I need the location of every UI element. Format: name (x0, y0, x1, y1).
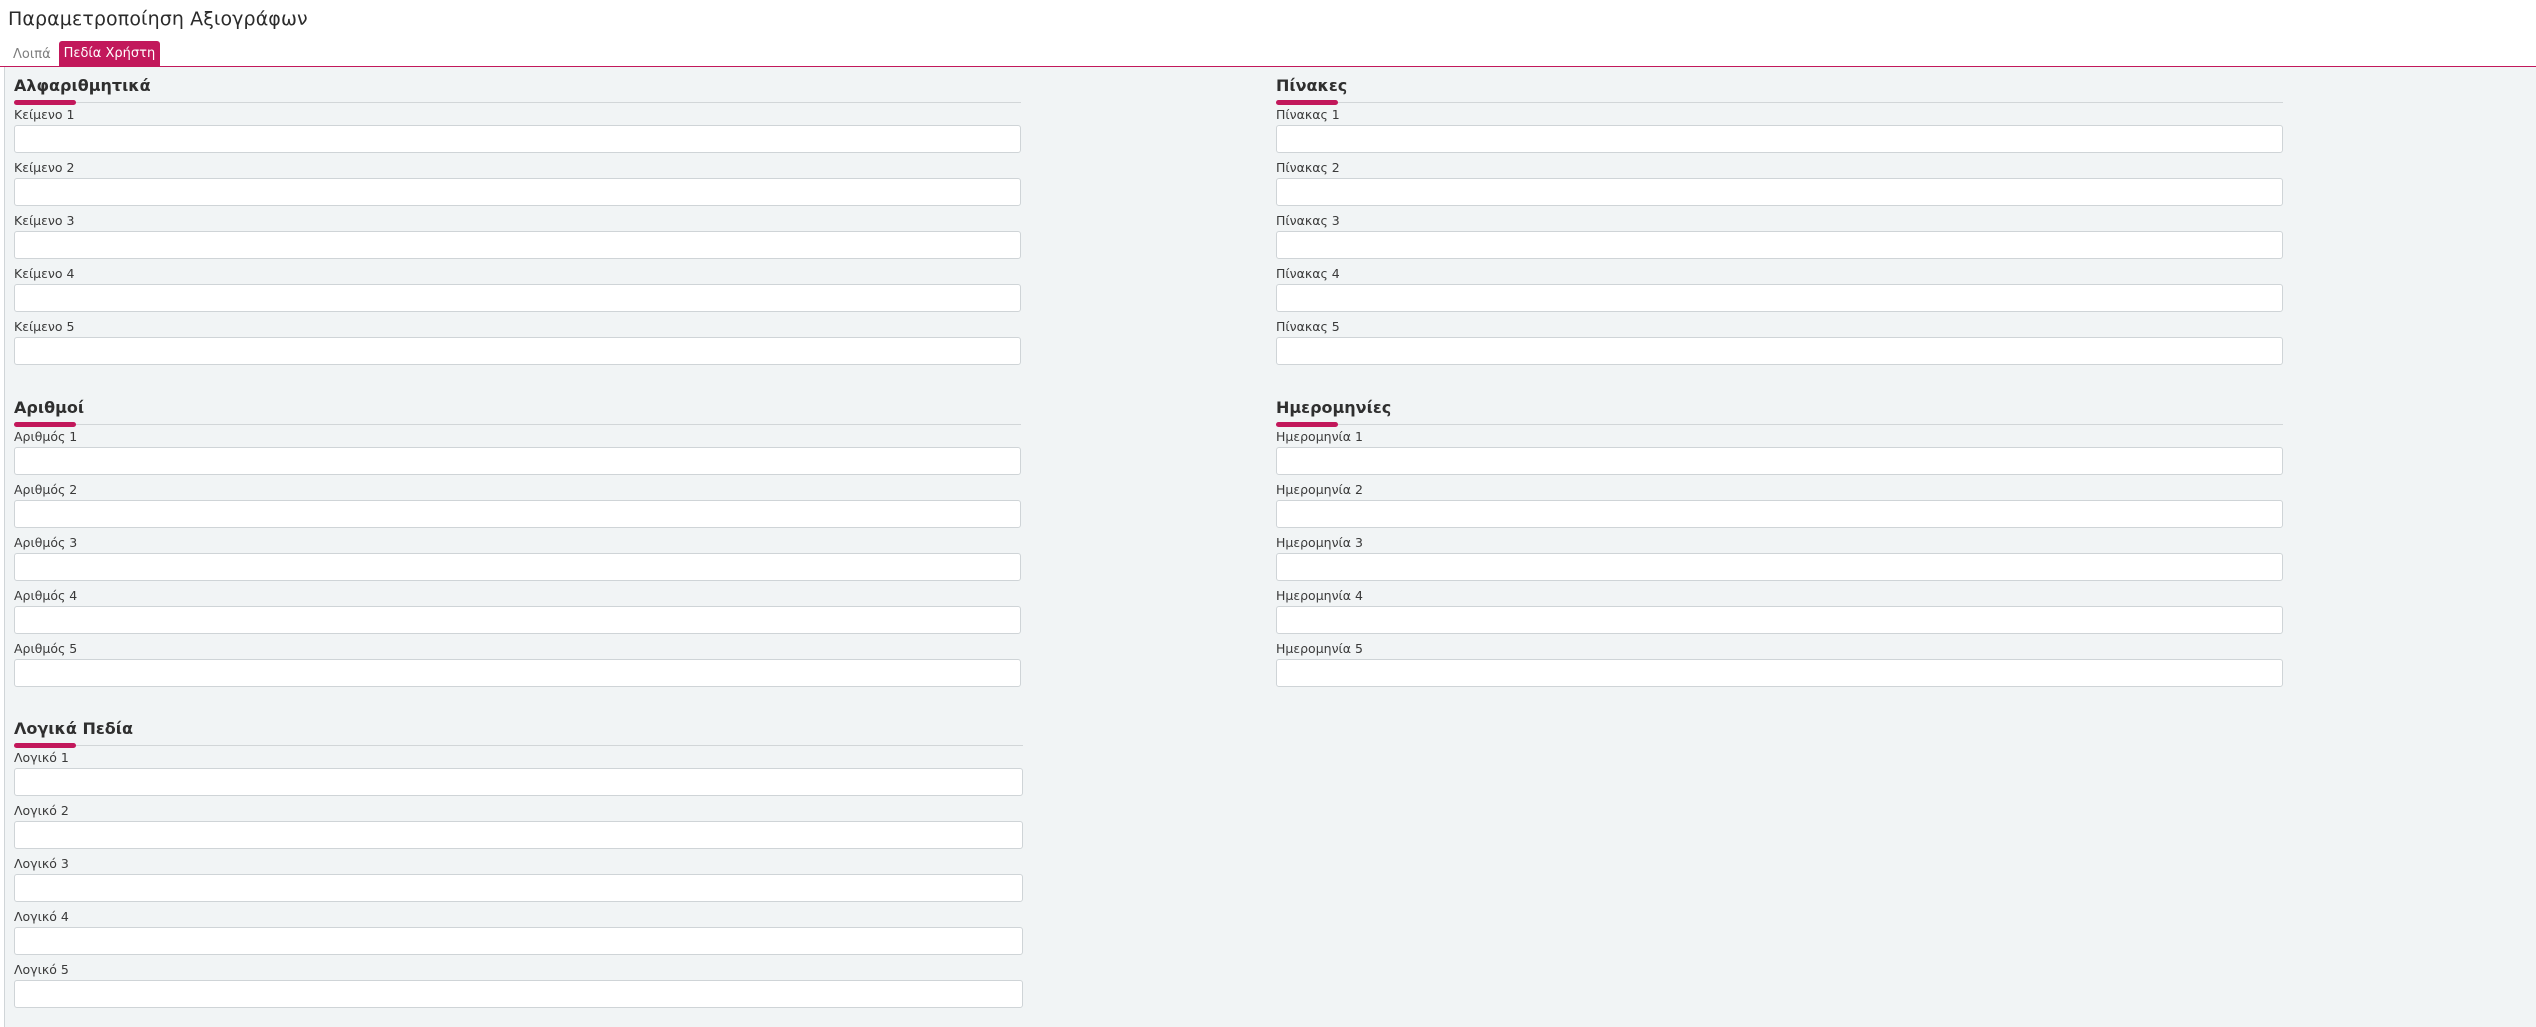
field-date-4: Ημερομηνία 4 (1267, 587, 2283, 640)
table-5-input[interactable] (1276, 337, 2283, 365)
logical-2-input[interactable] (14, 821, 1023, 849)
field-label: Ημερομηνία 2 (1276, 482, 1363, 497)
date-3-input[interactable] (1276, 553, 2283, 581)
section-divider (1267, 420, 2283, 428)
field-label: Αριθμός 5 (14, 641, 78, 656)
logical-5-input[interactable] (14, 980, 1023, 1008)
field-label: Κείμενο 5 (14, 319, 75, 334)
number-3-input[interactable] (14, 553, 1021, 581)
tab-other[interactable]: Λοιπά (8, 43, 56, 66)
section-tables: Πίνακες Πίνακας 1 Πίνακας 2 Πίνακας 3 Πί… (1267, 74, 2283, 371)
logical-3-input[interactable] (14, 874, 1023, 902)
field-label: Πίνακας 3 (1276, 213, 1340, 228)
date-5-input[interactable] (1276, 659, 2283, 687)
number-5-input[interactable] (14, 659, 1021, 687)
field-label: Πίνακας 1 (1276, 107, 1340, 122)
field-logical-5: Λογικό 5 (5, 961, 1023, 1014)
field-logical-1: Λογικό 1 (5, 749, 1023, 802)
field-date-3: Ημερομηνία 3 (1267, 534, 2283, 587)
field-logical-3: Λογικό 3 (5, 855, 1023, 908)
section-title: Λογικά Πεδία (14, 719, 133, 738)
section-divider (5, 741, 1023, 749)
field-number-3: Αριθμός 3 (5, 534, 1021, 587)
field-label: Αριθμός 4 (14, 588, 78, 603)
field-text-2: Κείμενο 2 (5, 159, 1021, 212)
field-date-5: Ημερομηνία 5 (1267, 640, 2283, 693)
field-label: Κείμενο 1 (14, 107, 75, 122)
text-1-input[interactable] (14, 125, 1021, 153)
field-label: Ημερομηνία 3 (1276, 535, 1363, 550)
field-label: Πίνακας 2 (1276, 160, 1340, 175)
text-4-input[interactable] (14, 284, 1021, 312)
field-table-3: Πίνακας 3 (1267, 212, 2283, 265)
text-3-input[interactable] (14, 231, 1021, 259)
date-1-input[interactable] (1276, 447, 2283, 475)
field-table-4: Πίνακας 4 (1267, 265, 2283, 318)
field-table-2: Πίνακας 2 (1267, 159, 2283, 212)
table-4-input[interactable] (1276, 284, 2283, 312)
field-label: Αριθμός 2 (14, 482, 78, 497)
field-text-5: Κείμενο 5 (5, 318, 1021, 371)
number-1-input[interactable] (14, 447, 1021, 475)
field-date-2: Ημερομηνία 2 (1267, 481, 2283, 534)
tab-bar: Λοιπά Πεδία Χρήστη (8, 41, 161, 66)
table-3-input[interactable] (1276, 231, 2283, 259)
section-divider (5, 98, 1021, 106)
section-title: Πίνακες (1276, 76, 1348, 95)
field-logical-4: Λογικό 4 (5, 908, 1023, 961)
section-divider (1267, 98, 2283, 106)
tab-content-panel: Αλφαριθμητικά Κείμενο 1 Κείμενο 2 Κείμεν… (4, 67, 2536, 1027)
page-title: Παραμετροποίηση Αξιογράφων (8, 8, 308, 30)
field-table-5: Πίνακας 5 (1267, 318, 2283, 371)
section-title: Αριθμοί (14, 398, 85, 417)
field-text-4: Κείμενο 4 (5, 265, 1021, 318)
field-text-1: Κείμενο 1 (5, 106, 1021, 159)
field-label: Λογικό 1 (14, 750, 69, 765)
table-2-input[interactable] (1276, 178, 2283, 206)
logical-1-input[interactable] (14, 768, 1023, 796)
field-label: Πίνακας 4 (1276, 266, 1340, 281)
field-number-1: Αριθμός 1 (5, 428, 1021, 481)
section-logical: Λογικά Πεδία Λογικό 1 Λογικό 2 Λογικό 3 … (5, 717, 1023, 1014)
field-number-2: Αριθμός 2 (5, 481, 1021, 534)
field-number-5: Αριθμός 5 (5, 640, 1021, 693)
field-label: Ημερομηνία 5 (1276, 641, 1363, 656)
field-label: Λογικό 5 (14, 962, 69, 977)
field-label: Αριθμός 3 (14, 535, 78, 550)
field-label: Ημερομηνία 1 (1276, 429, 1363, 444)
tab-user-fields[interactable]: Πεδία Χρήστη (58, 41, 161, 66)
number-4-input[interactable] (14, 606, 1021, 634)
field-label: Ημερομηνία 4 (1276, 588, 1363, 603)
field-label: Κείμενο 2 (14, 160, 75, 175)
field-label: Λογικό 2 (14, 803, 69, 818)
section-dates: Ημερομηνίες Ημερομηνία 1 Ημερομηνία 2 Ημ… (1267, 396, 2283, 693)
date-4-input[interactable] (1276, 606, 2283, 634)
text-5-input[interactable] (14, 337, 1021, 365)
section-alphanumeric: Αλφαριθμητικά Κείμενο 1 Κείμενο 2 Κείμεν… (5, 74, 1021, 371)
field-label: Αριθμός 1 (14, 429, 78, 444)
section-title: Ημερομηνίες (1276, 398, 1392, 417)
field-logical-2: Λογικό 2 (5, 802, 1023, 855)
field-label: Λογικό 3 (14, 856, 69, 871)
number-2-input[interactable] (14, 500, 1021, 528)
table-1-input[interactable] (1276, 125, 2283, 153)
field-text-3: Κείμενο 3 (5, 212, 1021, 265)
field-table-1: Πίνακας 1 (1267, 106, 2283, 159)
section-divider (5, 420, 1021, 428)
field-date-1: Ημερομηνία 1 (1267, 428, 2283, 481)
field-label: Λογικό 4 (14, 909, 69, 924)
field-label: Κείμενο 4 (14, 266, 75, 281)
field-label: Κείμενο 3 (14, 213, 75, 228)
field-label: Πίνακας 5 (1276, 319, 1340, 334)
text-2-input[interactable] (14, 178, 1021, 206)
date-2-input[interactable] (1276, 500, 2283, 528)
field-number-4: Αριθμός 4 (5, 587, 1021, 640)
section-title: Αλφαριθμητικά (14, 76, 151, 95)
section-numbers: Αριθμοί Αριθμός 1 Αριθμός 2 Αριθμός 3 Αρ… (5, 396, 1021, 693)
logical-4-input[interactable] (14, 927, 1023, 955)
